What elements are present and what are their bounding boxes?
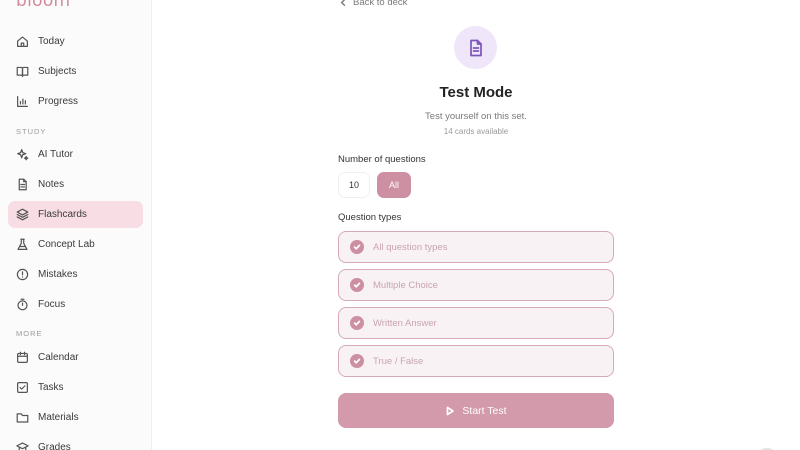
test-mode-badge	[454, 26, 497, 69]
sidebar-item-label: Grades	[38, 442, 71, 450]
sidebar-item-concept-lab[interactable]: Concept Lab	[8, 231, 143, 258]
option-multiple-choice[interactable]: Multiple Choice	[338, 269, 614, 301]
book-icon	[16, 65, 29, 78]
section-label-more: MORE	[16, 329, 43, 338]
sparkle-icon	[16, 148, 29, 161]
sidebar-item-focus[interactable]: Focus	[8, 291, 143, 318]
sidebar-item-materials[interactable]: Materials	[8, 404, 143, 431]
option-label: True / False	[373, 355, 424, 367]
checkbox-icon	[16, 381, 29, 394]
option-written-answer[interactable]: Written Answer	[338, 307, 614, 339]
bar-chart-icon	[16, 95, 29, 108]
sidebar-item-label: Subjects	[38, 66, 77, 77]
chevron-left-icon	[340, 0, 346, 7]
sidebar-item-label: AI Tutor	[38, 149, 74, 160]
alert-icon	[16, 268, 29, 281]
sidebar-item-today[interactable]: Today	[8, 28, 143, 55]
back-to-deck-link[interactable]: Back to deck	[339, 0, 407, 8]
start-test-label: Start Test	[462, 404, 507, 417]
check-icon	[350, 278, 364, 292]
sidebar-item-notes[interactable]: Notes	[8, 171, 143, 198]
sidebar-item-label: Focus	[38, 299, 66, 310]
folder-icon	[16, 411, 29, 424]
flask-icon	[16, 238, 29, 251]
calendar-icon	[16, 351, 29, 364]
all-questions-button[interactable]: All	[377, 172, 411, 198]
back-label: Back to deck	[353, 0, 408, 8]
sidebar-item-ai-tutor[interactable]: AI Tutor	[8, 141, 143, 168]
sidebar-item-label: Flashcards	[38, 209, 87, 220]
home-icon	[16, 35, 29, 48]
timer-icon	[16, 298, 29, 311]
number-of-questions-label: Number of questions	[338, 154, 426, 165]
sidebar-item-label: Materials	[38, 412, 79, 423]
play-icon	[447, 406, 455, 415]
sidebar-item-grades[interactable]: Grades	[8, 434, 143, 450]
sidebar-item-flashcards[interactable]: Flashcards	[8, 201, 143, 228]
question-types-label: Question types	[338, 212, 402, 223]
sidebar-item-progress[interactable]: Progress	[8, 88, 143, 115]
sidebar: bloom Today Subjects Progress STUDY AI T…	[0, 0, 152, 450]
sidebar-item-tasks[interactable]: Tasks	[8, 374, 143, 401]
app-logo[interactable]: bloom	[16, 0, 70, 11]
option-label: All question types	[373, 241, 448, 253]
sidebar-item-label: Notes	[38, 179, 65, 190]
sidebar-item-calendar[interactable]: Calendar	[8, 344, 143, 371]
document-icon	[469, 39, 482, 56]
layers-icon	[16, 208, 29, 221]
sidebar-item-label: Calendar	[38, 352, 79, 363]
sidebar-item-mistakes[interactable]: Mistakes	[8, 261, 143, 288]
option-label: Written Answer	[373, 317, 437, 329]
option-all-question-types[interactable]: All question types	[338, 231, 614, 263]
sidebar-item-label: Today	[38, 36, 65, 47]
start-test-button[interactable]: Start Test	[338, 393, 614, 428]
option-label: Multiple Choice	[373, 279, 438, 291]
sidebar-item-subjects[interactable]: Subjects	[8, 58, 143, 85]
check-icon	[350, 240, 364, 254]
section-label-study: STUDY	[16, 127, 47, 136]
page-subtitle: Test yourself on this set.	[425, 111, 527, 122]
grad-cap-icon	[16, 441, 29, 450]
sidebar-item-label: Concept Lab	[38, 239, 95, 250]
check-icon	[350, 354, 364, 368]
option-true-false[interactable]: True / False	[338, 345, 614, 377]
note-icon	[16, 178, 29, 191]
sidebar-item-label: Tasks	[38, 382, 64, 393]
page-title: Test Mode	[439, 84, 513, 101]
sidebar-item-label: Mistakes	[38, 269, 78, 280]
cards-available: 14 cards available	[443, 127, 509, 136]
sidebar-item-label: Progress	[38, 96, 79, 107]
check-icon	[350, 316, 364, 330]
question-count-input[interactable]: 10	[338, 172, 370, 198]
